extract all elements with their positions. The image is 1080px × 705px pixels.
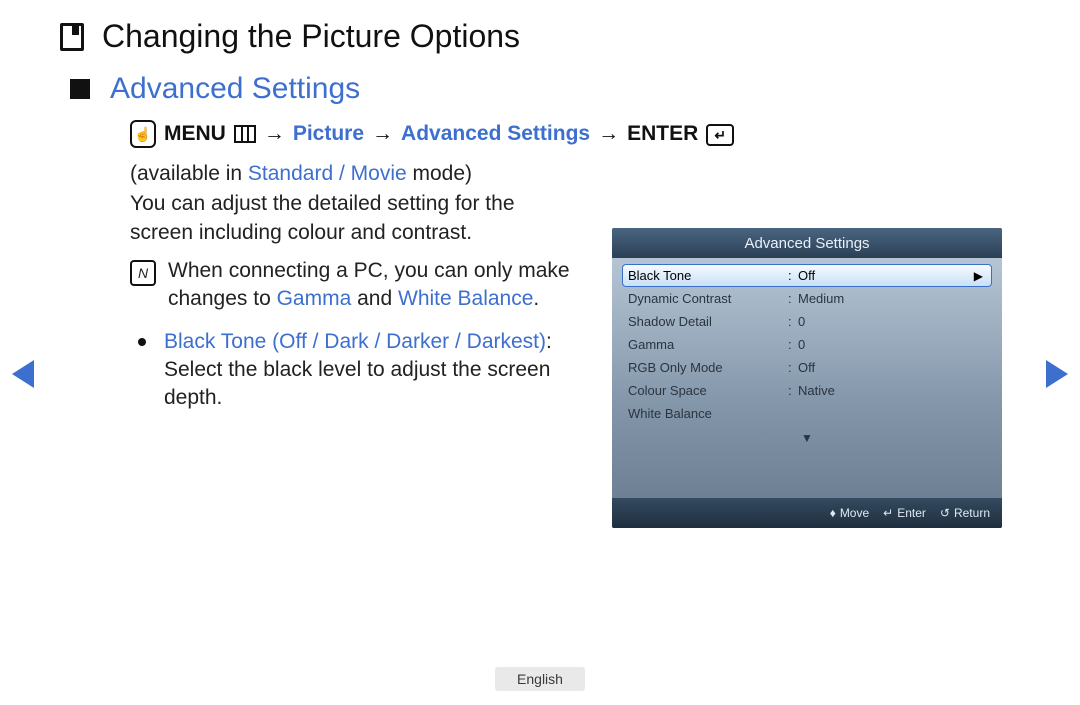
- note-block: N When connecting a PC, you can only mak…: [130, 257, 580, 314]
- page-prev-button[interactable]: [12, 360, 34, 388]
- osd-more-indicator: ▼: [622, 431, 992, 445]
- note-white-balance: White Balance: [398, 287, 533, 310]
- osd-label: Shadow Detail: [628, 314, 788, 329]
- page-title: Changing the Picture Options: [102, 18, 520, 55]
- osd-row-white-balance[interactable]: White Balance: [622, 402, 992, 425]
- triangle-left-icon: [12, 360, 34, 388]
- language-label: English: [495, 667, 585, 691]
- nav-arrow-2: →: [372, 122, 393, 146]
- updown-icon: ♦: [830, 506, 836, 520]
- osd-footer-return: ↺Return: [940, 506, 990, 520]
- nav-advanced: Advanced Settings: [401, 122, 590, 146]
- osd-footer-enter: ↵Enter: [883, 506, 926, 520]
- square-bullet-icon: [70, 79, 90, 99]
- note-and: and: [351, 287, 398, 310]
- available-prefix: (available in: [130, 162, 248, 185]
- osd-row-rgb-only-mode[interactable]: RGB Only Mode : Off: [622, 356, 992, 379]
- bookmark-icon: [60, 23, 84, 51]
- osd-value: 0: [798, 337, 986, 352]
- menu-navigation-path: ☝ MENU → Picture → Advanced Settings → E…: [130, 120, 734, 148]
- osd-row-colour-space[interactable]: Colour Space : Native: [622, 379, 992, 402]
- note-period: .: [533, 287, 539, 310]
- bullet-title: Black Tone (Off / Dark / Darker / Darkes…: [164, 330, 546, 353]
- language-indicator: English: [0, 667, 1080, 691]
- section-heading: Advanced Settings: [110, 72, 360, 106]
- osd-value: Native: [798, 383, 986, 398]
- nav-menu-label: MENU: [164, 122, 226, 146]
- menu-grid-icon: [234, 125, 256, 143]
- bullet-body-prefix: :: [546, 330, 552, 353]
- osd-label: Colour Space: [628, 383, 788, 398]
- osd-row-shadow-detail[interactable]: Shadow Detail : 0: [622, 310, 992, 333]
- osd-label: White Balance: [628, 406, 788, 421]
- osd-row-black-tone[interactable]: Black Tone : Off ▶: [622, 264, 992, 287]
- osd-value: Off: [798, 268, 986, 283]
- chevron-right-icon: ▶: [974, 269, 983, 283]
- available-modes: Standard / Movie: [248, 162, 407, 185]
- return-icon: ↺: [940, 506, 950, 520]
- osd-value: 0: [798, 314, 986, 329]
- osd-list: Black Tone : Off ▶ Dynamic Contrast : Me…: [612, 258, 1002, 498]
- note-gamma: Gamma: [277, 287, 352, 310]
- osd-label: Gamma: [628, 337, 788, 352]
- enter-small-icon: ↵: [883, 506, 893, 520]
- osd-panel: Advanced Settings Black Tone : Off ▶ Dyn…: [612, 228, 1002, 528]
- description-text: You can adjust the detailed setting for …: [130, 190, 580, 247]
- nav-arrow-3: →: [598, 122, 619, 146]
- hand-icon: ☝: [130, 120, 156, 148]
- bullet-block: Black Tone (Off / Dark / Darker / Darkes…: [130, 328, 580, 413]
- osd-label: RGB Only Mode: [628, 360, 788, 375]
- body-text: (available in Standard / Movie mode) You…: [130, 160, 580, 413]
- round-bullet-icon: [138, 338, 146, 346]
- osd-value: Off: [798, 360, 986, 375]
- enter-icon: ↵: [706, 124, 734, 146]
- osd-row-dynamic-contrast[interactable]: Dynamic Contrast : Medium: [622, 287, 992, 310]
- osd-label: Dynamic Contrast: [628, 291, 788, 306]
- nav-picture: Picture: [293, 122, 364, 146]
- triangle-right-icon: [1046, 360, 1068, 388]
- available-suffix: mode): [407, 162, 472, 185]
- bullet-body: Select the black level to adjust the scr…: [164, 358, 550, 409]
- osd-footer-move: ♦Move: [830, 506, 869, 520]
- nav-enter-label: ENTER: [627, 122, 698, 146]
- note-icon: N: [130, 260, 156, 286]
- osd-label: Black Tone: [628, 268, 788, 283]
- osd-title: Advanced Settings: [612, 228, 1002, 258]
- page-next-button[interactable]: [1046, 360, 1068, 388]
- nav-arrow-1: →: [264, 122, 285, 146]
- osd-footer: ♦Move ↵Enter ↺Return: [612, 498, 1002, 528]
- osd-row-gamma[interactable]: Gamma : 0: [622, 333, 992, 356]
- osd-value: Medium: [798, 291, 986, 306]
